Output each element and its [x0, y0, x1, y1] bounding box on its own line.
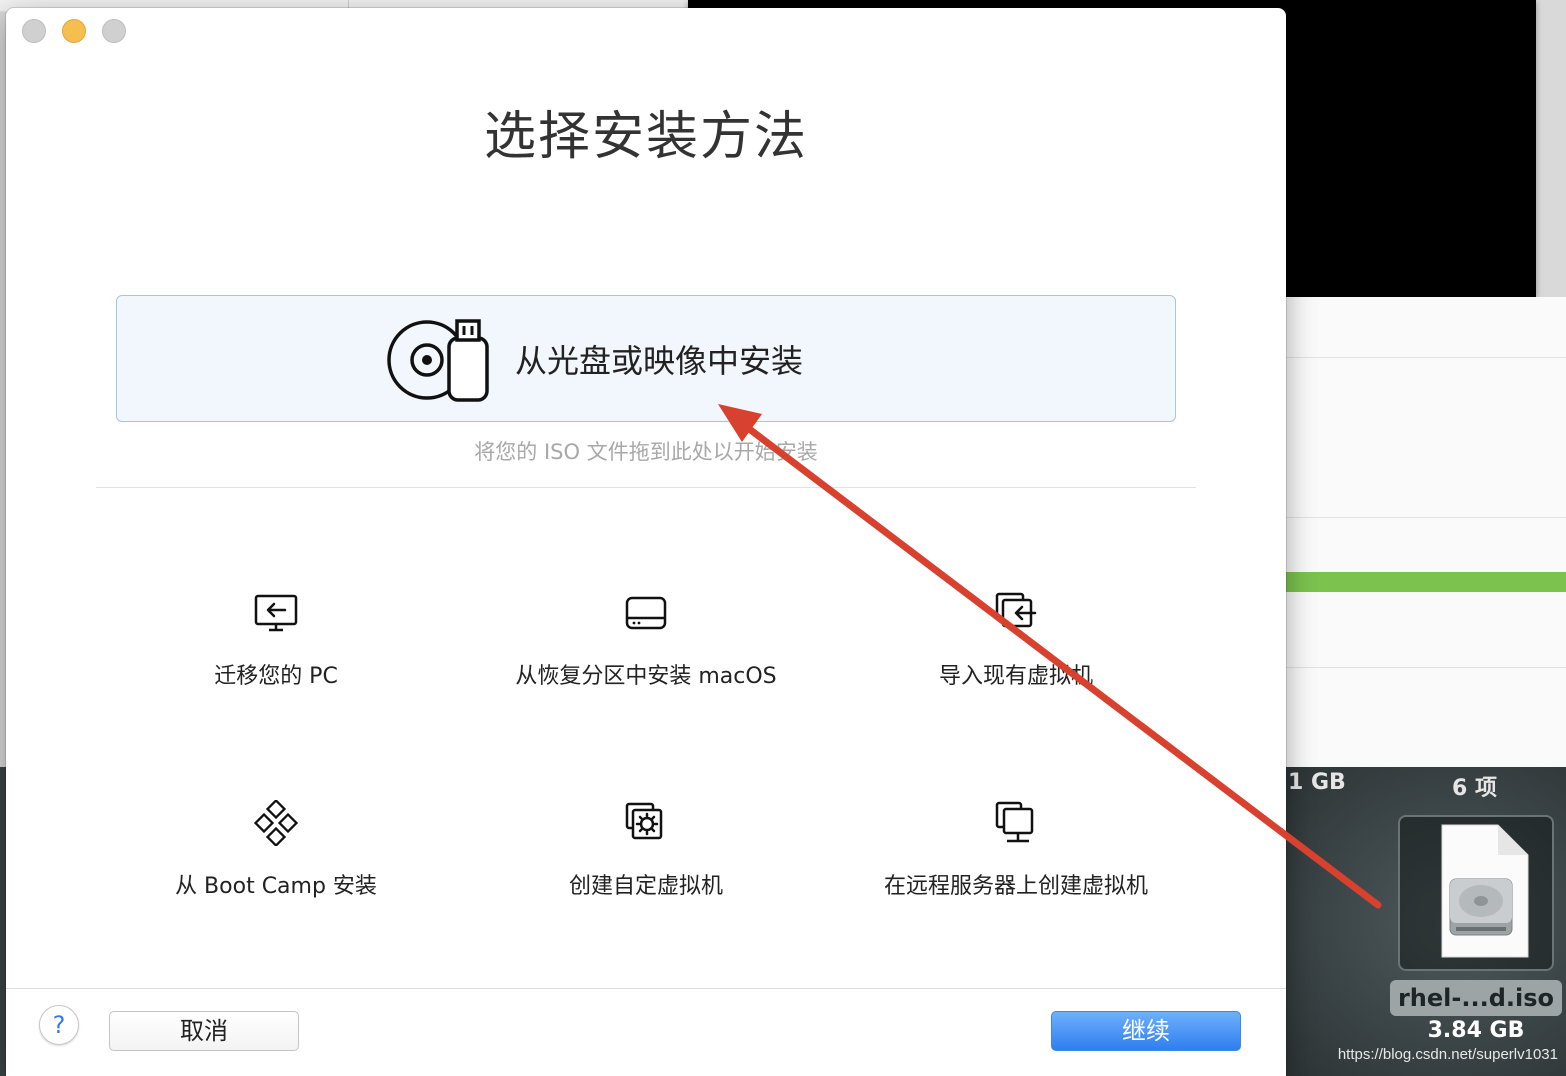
import-vm-icon [995, 592, 1037, 628]
import-vm-label: 导入现有虚拟机 [938, 664, 1093, 689]
create-custom-vm-label: 创建自定虚拟机 [568, 874, 723, 899]
close-window-button[interactable] [22, 19, 46, 43]
background-list-panel [1286, 297, 1566, 767]
remote-server-label: 在远程服务器上创建虚拟机 [883, 874, 1148, 899]
help-button[interactable]: ? [39, 1005, 79, 1045]
install-method-dialog: 选择安装方法 从光盘或映像中安装 将您的 ISO 文件拖到此处以开始安装 迁移您… [6, 8, 1286, 1076]
drop-iso-hint: 将您的 ISO 文件拖到此处以开始安装 [474, 440, 818, 464]
install-macos-from-recovery-option[interactable]: 从恢复分区中安装 macOS [476, 590, 816, 690]
install-from-disc-or-image-option[interactable]: 从光盘或映像中安装 [116, 295, 1176, 422]
iso-file-name: rhel-...d.iso [1390, 980, 1562, 1016]
remote-server-icon [995, 801, 1034, 843]
minimize-window-button[interactable] [62, 19, 86, 43]
continue-button[interactable]: 继续 [1051, 1011, 1241, 1051]
migrate-pc-option[interactable]: 迁移您的 PC [106, 590, 446, 690]
import-existing-vm-option[interactable]: 导入现有虚拟机 [846, 590, 1186, 690]
bootcamp-icon [253, 800, 299, 846]
recovery-drive-icon [625, 596, 667, 630]
disk-image-file-icon [1441, 824, 1529, 958]
dialog-title: 选择安装方法 [483, 107, 808, 167]
iso-file-size: 3.84 GB [1427, 1018, 1525, 1043]
finder-size-summary: 1 GB [1288, 770, 1346, 795]
iso-file-item[interactable] [1398, 815, 1554, 971]
footer-divider [6, 988, 1286, 989]
progress-bar [1286, 572, 1566, 592]
cancel-button[interactable]: 取消 [109, 1011, 299, 1051]
section-divider [96, 487, 1196, 488]
migrate-pc-icon [254, 594, 298, 632]
create-custom-vm-option[interactable]: 创建自定虚拟机 [476, 800, 816, 900]
disc-usb-icon [387, 319, 489, 402]
custom-vm-icon [625, 802, 663, 840]
finder-item-count: 6 项 [1452, 776, 1497, 801]
migrate-pc-label: 迁移您的 PC [214, 664, 338, 689]
install-from-disc-label: 从光盘或映像中安装 [515, 342, 804, 380]
zoom-window-button[interactable] [102, 19, 126, 43]
install-from-bootcamp-option[interactable]: 从 Boot Camp 安装 [106, 800, 446, 900]
watermark: https://blog.csdn.net/superlv1031 [1337, 1046, 1558, 1063]
create-vm-on-remote-server-option[interactable]: 在远程服务器上创建虚拟机 [846, 800, 1186, 900]
install-macos-label: 从恢复分区中安装 macOS [515, 664, 777, 689]
bootcamp-label: 从 Boot Camp 安装 [175, 874, 377, 899]
